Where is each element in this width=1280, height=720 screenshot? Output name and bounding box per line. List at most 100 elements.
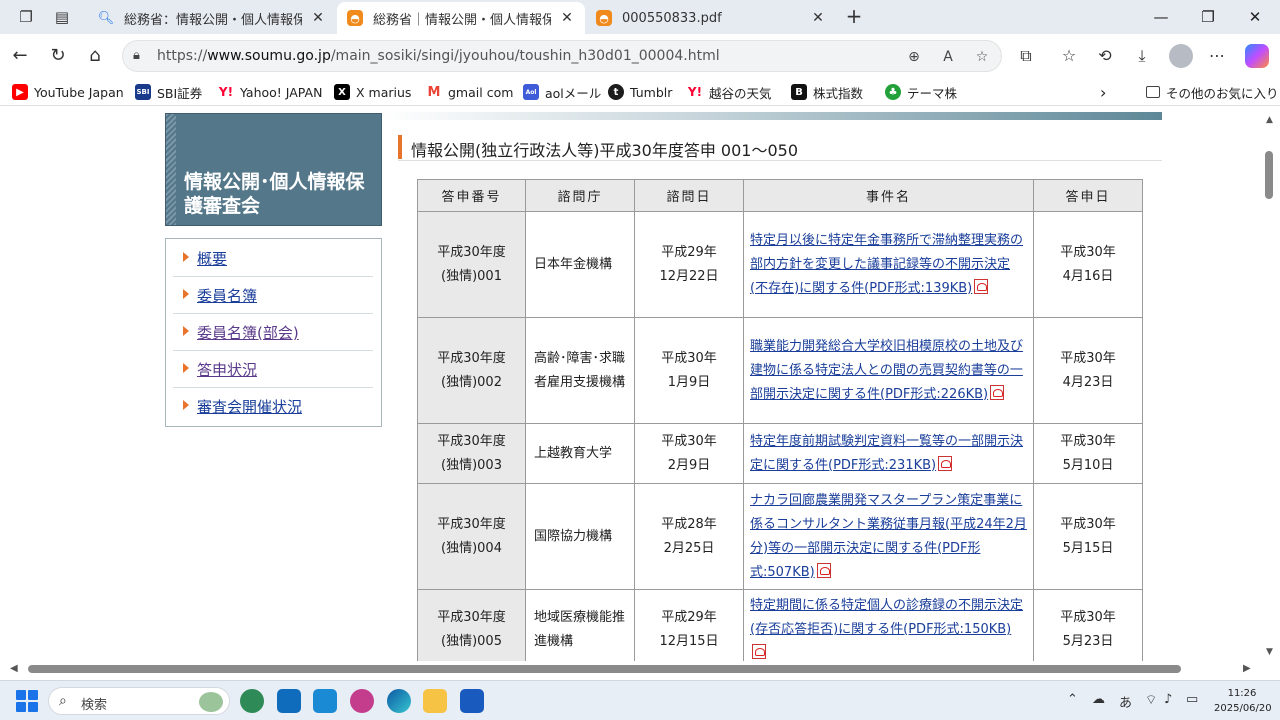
edge-icon[interactable] [387, 689, 411, 713]
menu-link[interactable]: 委員名簿(部会) [197, 322, 299, 343]
tray-overflow-icon[interactable]: ⌃ [1067, 692, 1078, 707]
widgets-icon[interactable] [240, 689, 264, 713]
profile-avatar[interactable] [1169, 44, 1193, 68]
table-row: 平成30年度 (独情)003 上越教育大学 平成30年 2月9日 特定年度前期試験判定資料… [417, 423, 1143, 484]
sidebar-item-overview[interactable]: 概要 [173, 240, 373, 277]
history-icon[interactable]: ⟲ [1092, 43, 1118, 69]
zoom-icon[interactable]: ⊕ [903, 46, 925, 68]
sidebar-item-members[interactable]: 委員名簿 [173, 277, 373, 314]
case-pdf-link[interactable]: 職業能力開発総合大学校旧相模原校の土地及び建物に係る特定法人との間の売買契約書等… [750, 339, 1023, 402]
mail-icon[interactable] [313, 689, 337, 713]
volume-icon[interactable]: ♪ [1164, 692, 1172, 707]
url-text[interactable]: https://www.soumu.go.jp/main_sosiki/sing… [157, 48, 720, 64]
scroll-down-icon[interactable]: ▼ [1266, 647, 1273, 657]
vertical-scrollbar[interactable]: ▲ ▼ [1262, 107, 1280, 675]
bookmark-aol[interactable]: Aol aolメール [523, 82, 601, 102]
ime-indicator[interactable]: あ [1119, 692, 1132, 711]
bookmark-x[interactable]: XX marius [334, 82, 411, 102]
tab-strip: ❐ ▤ 🔍︎ 総務省：情報公開・個人情報保護審 ✕ ◓ 総務省｜情報公開・個人情… [0, 0, 1280, 34]
address-bar[interactable]: 🔒︎ https://www.soumu.go.jp/main_sosiki/s… [122, 40, 1002, 72]
soumu-icon: ◓ [347, 10, 363, 26]
bookmark-gmail[interactable]: Mgmail com [426, 82, 514, 102]
sidebar-item-meetings[interactable]: 審査会開催状況 [173, 388, 373, 425]
page-heading: 情報公開(独立行政法人等)平成30年度答申 001〜050 [398, 134, 1162, 161]
tab-title: 総務省｜情報公開・個人情報保護 [373, 12, 551, 28]
refresh-button[interactable]: ↻ [44, 42, 72, 70]
vertical-tabs-icon[interactable]: ▤ [50, 6, 74, 28]
bookmark-yahoo[interactable]: Y! Yahoo! JAPAN [218, 82, 323, 102]
pdf-icon[interactable] [938, 455, 953, 471]
arrow-icon [183, 326, 189, 336]
menu-link[interactable]: 概要 [197, 248, 227, 269]
battery-icon[interactable]: ▭ [1186, 692, 1198, 707]
home-button[interactable]: ⌂ [81, 42, 109, 70]
close-tab-icon[interactable]: ✕ [559, 10, 575, 26]
close-tab-icon[interactable]: ✕ [310, 10, 326, 26]
word-icon[interactable] [460, 689, 484, 713]
table-row: 平成30年度 (独情)002 高齢･障害･求職者雇用支援機構 平成30年 1月9日 職業能… [417, 317, 1143, 424]
minimize-button[interactable]: — [1138, 4, 1184, 30]
extensions-icon[interactable]: ⧉ [1013, 43, 1039, 69]
favorites-icon[interactable]: ☆ [1056, 43, 1082, 69]
column-header: 事件名 [743, 179, 1034, 212]
close-window-button[interactable]: ✕ [1232, 4, 1278, 30]
tab-2[interactable]: ◓ 総務省｜情報公開・個人情報保護 ✕ [337, 2, 585, 34]
case-cell: 特定月以後に特定年金事務所で滞納整理実務の部内方針を変更した議事記録等の不開示決… [743, 211, 1034, 318]
bookmark-youtube[interactable]: ▶ YouTube Japan [12, 82, 124, 102]
scroll-up-icon[interactable]: ▲ [1266, 115, 1273, 125]
inquiry-date-cell: 平成30年 1月9日 [634, 317, 744, 424]
snipping-tool-icon[interactable] [350, 689, 374, 713]
tab-3[interactable]: ◓ 000550833.pdf ✕ [586, 2, 836, 34]
taskbar-search[interactable]: ⌕ 検索 [48, 687, 230, 715]
close-tab-icon[interactable]: ✕ [810, 10, 826, 26]
site-info-icon[interactable]: 🔒︎ [133, 48, 140, 63]
column-header: 答申日 [1033, 179, 1143, 212]
other-favorites[interactable]: その他のお気に入り [1146, 82, 1279, 102]
bookmark-sbi[interactable]: SBI SBI証券 [135, 82, 202, 102]
clock[interactable]: 11:26 2025/06/20 [1214, 686, 1272, 716]
favorite-star-icon[interactable]: ☆ [971, 46, 993, 68]
outlook-icon[interactable] [277, 689, 301, 713]
agency-cell: 日本年金機構 [525, 211, 635, 318]
vertical-scroll-thumb[interactable] [1265, 151, 1273, 199]
read-aloud-icon[interactable]: A [937, 46, 959, 68]
case-pdf-link[interactable]: 特定年度前期試験判定資料一覧等の一部開示決定に関する件(PDF形式:231KB) [750, 434, 1023, 473]
bookmark-tumblr[interactable]: t Tumblr [608, 82, 672, 102]
bookmark-index[interactable]: B 株式指数 [791, 82, 863, 102]
sidebar-item-members-sub[interactable]: 委員名簿(部会) [173, 314, 373, 351]
pdf-icon[interactable] [752, 644, 766, 659]
start-button[interactable] [16, 690, 38, 712]
pdf-icon[interactable] [974, 278, 989, 294]
sidebar-item-reports[interactable]: 答申状況 [173, 351, 373, 388]
menu-link[interactable]: 答申状況 [197, 359, 257, 380]
file-explorer-icon[interactable] [423, 689, 447, 713]
cloud-icon[interactable]: ☁ [1092, 692, 1105, 707]
scroll-right-icon[interactable]: ▶ [1243, 663, 1251, 674]
menu-link[interactable]: 委員名簿 [197, 285, 257, 306]
bookmark-theme[interactable]: ♣ テーマ株 [885, 82, 957, 102]
bookmarks-bar: ▶ YouTube Japan SBI SBI証券 Y! Yahoo! JAPAN X… [0, 78, 1280, 106]
answer-year: 平成30年 [1060, 433, 1116, 449]
tab-1[interactable]: 🔍︎ 総務省：情報公開・個人情報保護審 ✕ [88, 2, 336, 34]
clock-date: 2025/06/20 [1214, 703, 1272, 714]
restore-button[interactable]: ❐ [1185, 4, 1231, 30]
new-tab-button[interactable]: + [842, 4, 866, 28]
horizontal-scrollbar[interactable]: ◀ ▶ [0, 661, 1262, 677]
more-menu-icon[interactable]: ⋯ [1204, 43, 1230, 69]
heading-accent [398, 135, 402, 159]
scroll-left-icon[interactable]: ◀ [10, 663, 18, 674]
menu-link[interactable]: 審査会開催状況 [197, 396, 302, 417]
copilot-icon[interactable] [1245, 44, 1269, 68]
pdf-icon[interactable] [990, 384, 1005, 400]
case-pdf-link[interactable]: 特定期間に係る特定個人の診療録の不開示決定(存否応答拒否)に関する件(PDF形式… [750, 598, 1023, 637]
pdf-icon[interactable] [816, 562, 831, 578]
case-pdf-link[interactable]: ナカラ回廊農業開発マスタープラン策定事業に係るコンサルタント業務従事月報(平成2… [750, 493, 1027, 580]
back-button[interactable]: ← [6, 42, 34, 70]
bookmark-weather[interactable]: Y! 越谷の天気 [687, 82, 772, 102]
workspaces-icon[interactable]: ❐ [14, 6, 38, 28]
horizontal-scroll-thumb[interactable] [28, 665, 1181, 673]
inquiry-day: 12月15日 [659, 634, 719, 649]
downloads-icon[interactable]: ⤓ [1129, 43, 1155, 69]
bookmarks-overflow-icon[interactable]: › [1100, 82, 1106, 102]
wifi-icon[interactable]: ⌔ [1145, 692, 1157, 708]
